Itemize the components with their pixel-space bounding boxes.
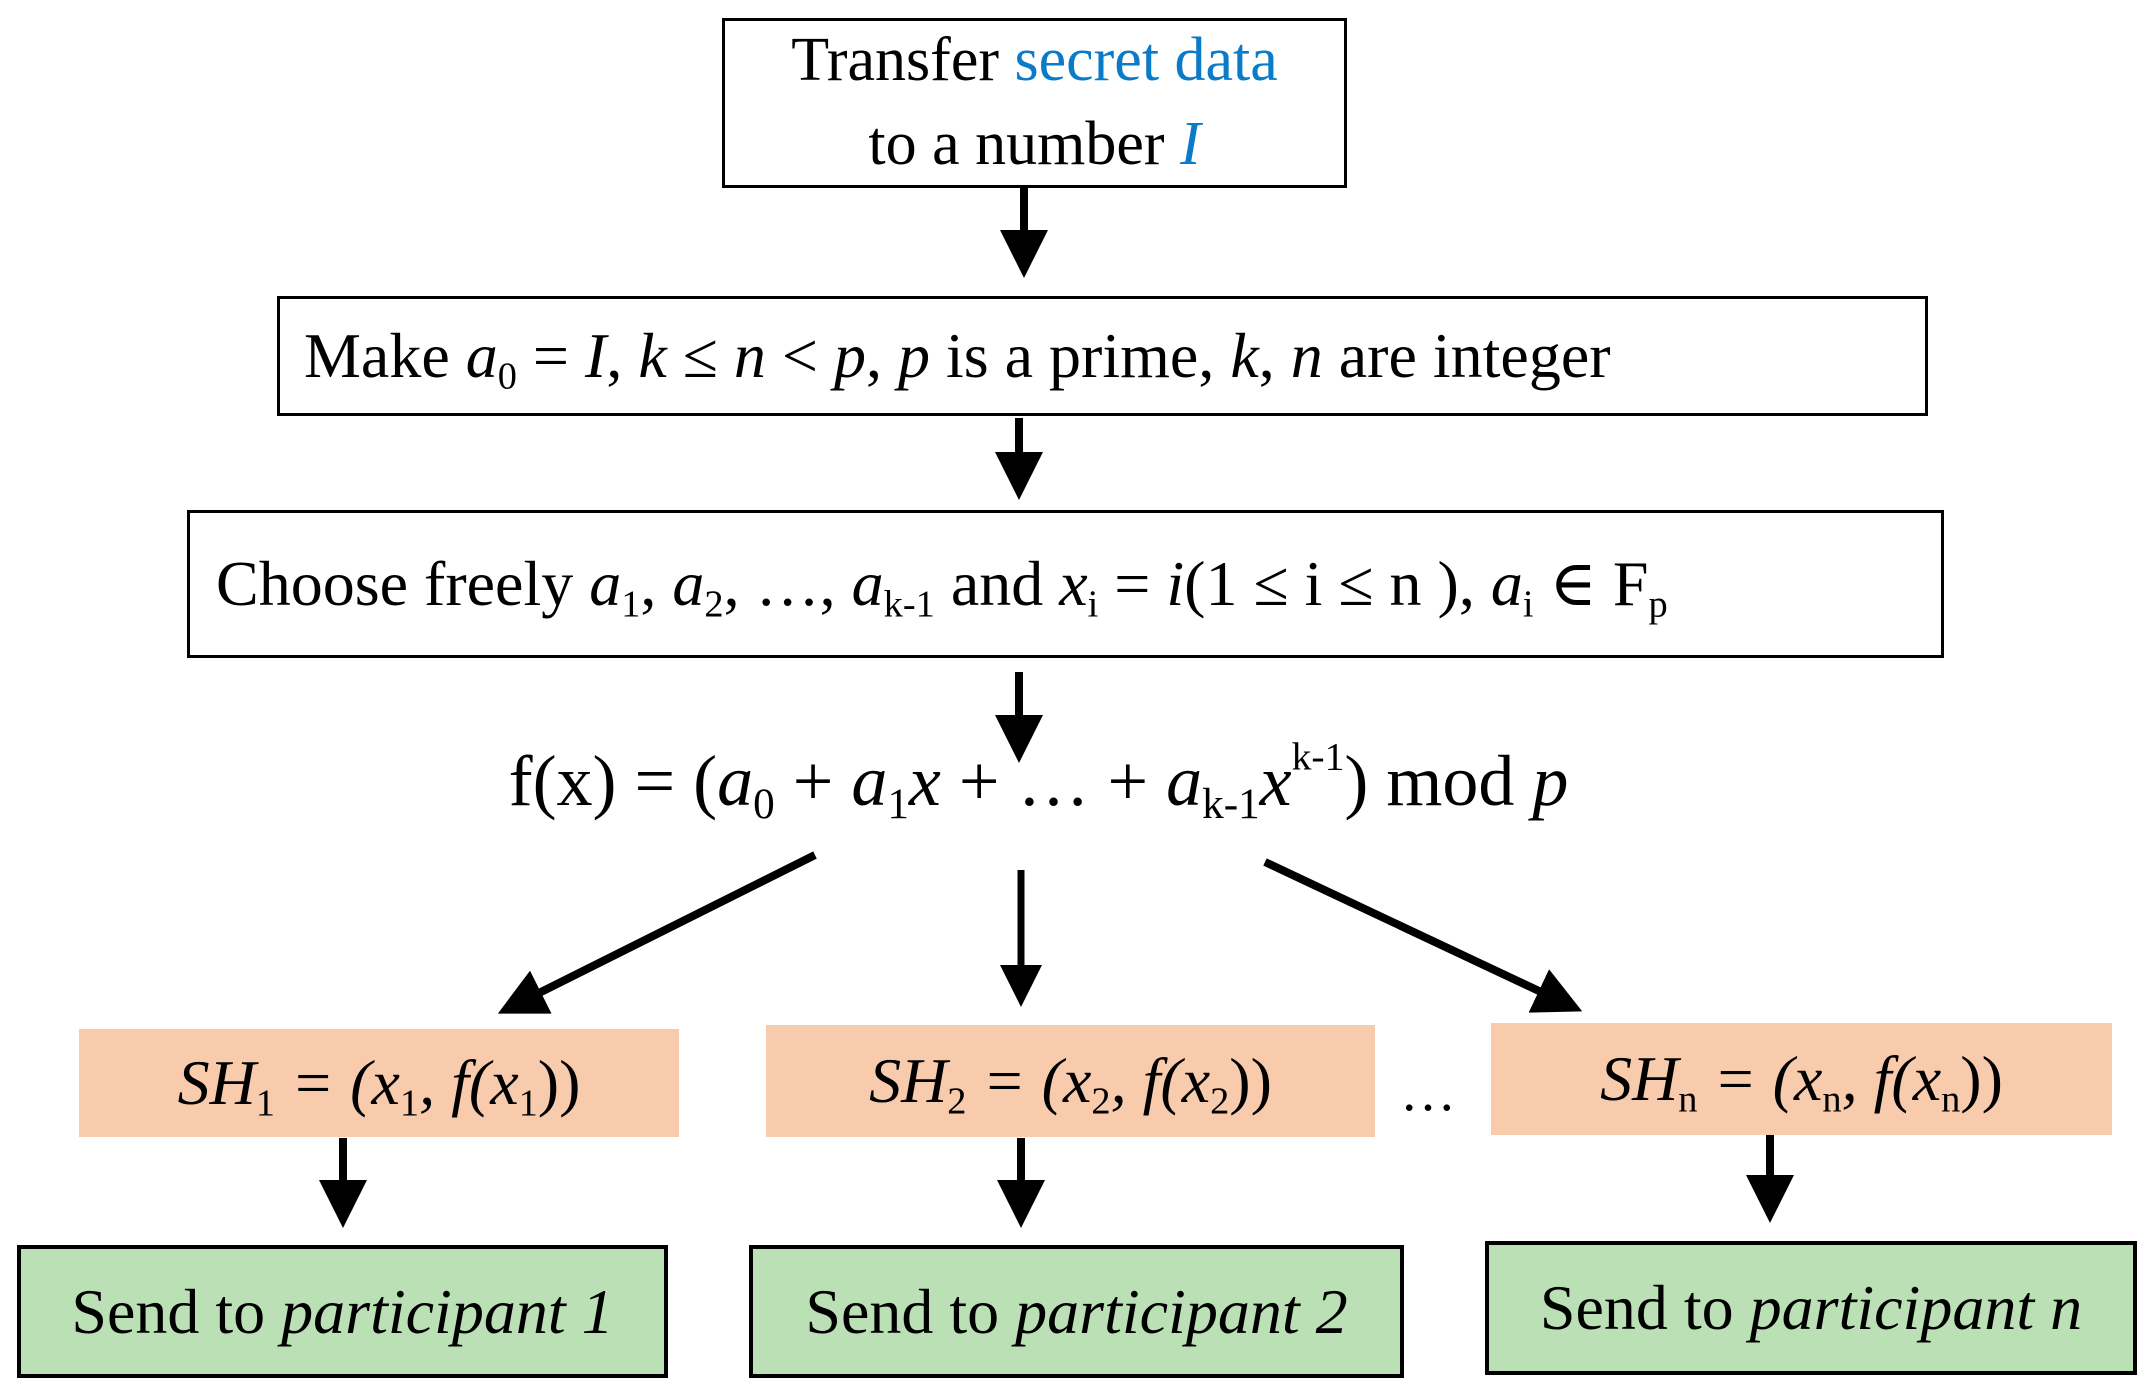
share-1: SH1 = (x1, f(x1)) [79,1029,679,1137]
ellipsis: … [1400,1061,1456,1123]
send-participant-1: Send to participant 1 [17,1245,668,1378]
send-participant-2: Send to participant 2 [749,1245,1404,1378]
polynomial-formula: f(x) = (a0 + a1x + … + ak-1xk-1) mod p [508,734,1569,828]
arrows-layer [319,188,1794,1228]
share-2: SH2 = (x2, f(x2)) [766,1025,1375,1137]
step1-text-line2: to a number [868,110,1180,178]
arrow-formula-to-share-1 [497,851,817,1014]
step3-text: Choose freely a1, a2, …, ak-1 and xi = i… [216,548,1668,626]
number-I: I [1179,110,1201,178]
share-n: SHn = (xn, f(xn)) [1491,1023,2112,1135]
step-transfer-secret: Transfer secret data to a number I [722,18,1347,188]
step1-text: Transfer [791,26,1015,95]
step-make-a0: Make a0 = I, k ≤ n < p, p is a prime, k,… [277,296,1928,416]
send-participant-n: Send to participant n [1485,1241,2137,1375]
step-choose-coefficients: Choose freely a1, a2, …, ak-1 and xi = i… [187,510,1944,658]
step2-text: Make a0 = I, k ≤ n < p, p is a prime, k,… [304,320,1611,398]
arrow-formula-to-share-n [1263,858,1583,1013]
secret-data-highlight: secret data [1014,26,1278,95]
